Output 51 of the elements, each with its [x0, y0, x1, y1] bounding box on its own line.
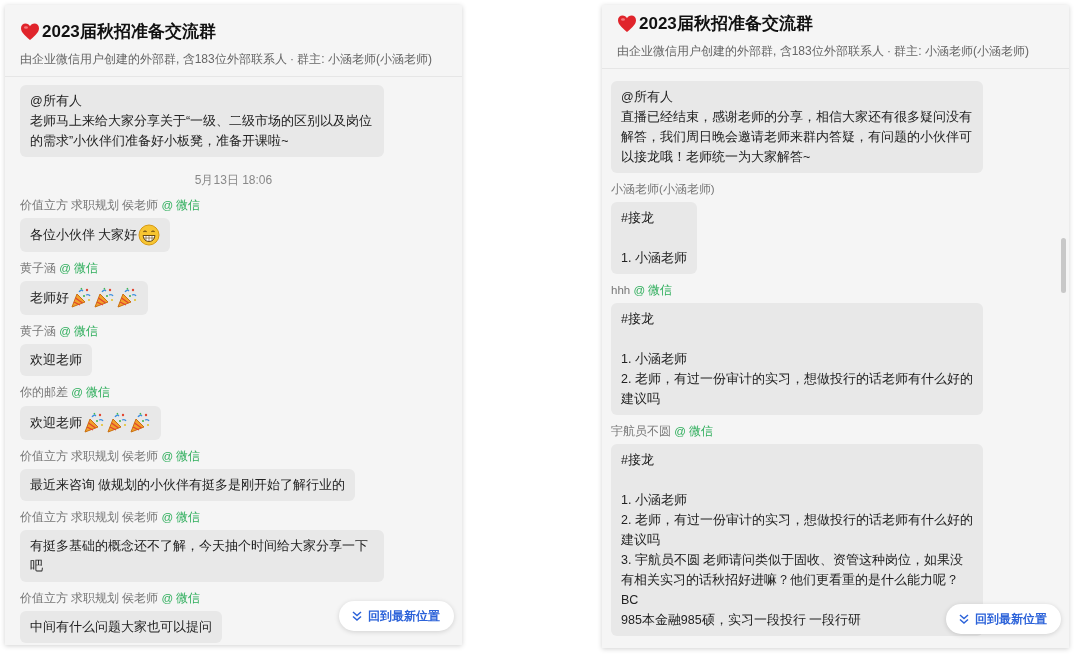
message-line: 各位小伙伴 大家好	[30, 223, 161, 246]
source-label: @ 微信	[161, 449, 201, 462]
message-line: 985本金融985硕，实习一段投行 一段行研	[621, 612, 862, 630]
chat-title: 2023届秋招准备交流群	[42, 21, 216, 43]
source-label: @ 微信	[633, 283, 673, 296]
message-line: #接龙	[621, 209, 654, 227]
group-info: 由企业微信用户创建的外部群, 含183位外部联系人 · 群主: 小涵老师(小涵老师)	[617, 42, 1030, 60]
sender-name: 黄子涵	[20, 325, 56, 337]
message-line: 有挺多基础的概念还不了解，今天抽个时间给大家分享一下吧	[30, 538, 369, 575]
message-line: 老师马上来给大家分享关于“一级、二级市场的区别以及岗位的需求”小伙伴们准备好小板凳，准备开课啦~	[30, 112, 374, 150]
source-label: @ 微信	[674, 425, 714, 437]
message-line: 1. 小涵老师	[621, 492, 687, 510]
sender-name: 价值立方 求职规划 侯老师	[20, 198, 159, 211]
message-line: 中间有什么问题大家也可以提问	[30, 619, 212, 637]
sender-name: 小涵老师(小涵老师)	[611, 182, 715, 195]
double-chevron-down-icon	[351, 610, 363, 622]
sender-name: 宇航员不圆	[611, 425, 671, 437]
source-label: @ 微信	[59, 325, 99, 337]
message-line: @所有人	[621, 88, 673, 106]
sender-name: 价值立方 求职规划 侯老师	[20, 592, 159, 604]
heart-icon	[20, 21, 40, 42]
jump-to-latest-button[interactable]: 回到最新位置	[339, 601, 454, 631]
sender-name: 你的邮差	[20, 386, 68, 399]
source-label: @ 微信	[161, 510, 201, 523]
message-line: #接龙	[621, 452, 654, 470]
message-line: 欢迎老师	[30, 411, 151, 434]
jump-to-latest-button[interactable]: 回到最新位置	[946, 604, 1061, 634]
sender-name: 价值立方 求职规划 侯老师	[20, 510, 159, 523]
sender-name: 价值立方 求职规划 侯老师	[20, 449, 159, 462]
source-label: @ 微信	[161, 592, 201, 604]
message-line: 老师好	[30, 287, 138, 309]
group-info: 由企业微信用户创建的外部群, 含183位外部联系人 · 群主: 小涵老师(小涵老师)	[20, 50, 433, 68]
timestamp: 5月13日 18:06	[193, 171, 274, 189]
message-line: 2. 老师，有过一份审计的实习，想做投行的话老师有什么好的建议吗	[621, 371, 973, 408]
message-line: 直播已经结束，感谢老师的分享，相信大家还有很多疑问没有解答，我们周日晚会邀请老师来群内答疑，有问题的小伙伴可以接龙哦！老师统一为大家解答~	[621, 108, 973, 166]
scrollbar-thumb[interactable]	[1061, 238, 1066, 293]
chat-title: 2023届秋招准备交流群	[639, 13, 813, 35]
message-line: 最近来咨询 做规划的小伙伴有挺多是刚开始了解行业的	[30, 476, 346, 494]
double-chevron-down-icon	[958, 613, 970, 625]
message-line: 2. 老师，有过一份审计的实习，想做投行的话老师有什么好的建议吗	[621, 512, 973, 550]
source-label: @ 微信	[161, 198, 201, 211]
source-label: @ 微信	[59, 261, 99, 274]
message-line: 欢迎老师	[30, 352, 82, 370]
sender-name: hhh	[611, 283, 631, 296]
sender-name: 黄子涵	[20, 261, 56, 274]
message-line: 1. 小涵老师	[621, 351, 687, 368]
message-line: @所有人	[30, 92, 82, 110]
message-line: 1. 小涵老师	[621, 249, 687, 267]
heart-icon	[617, 13, 637, 34]
message-line: #接龙	[621, 311, 654, 328]
source-label: @ 微信	[71, 386, 111, 399]
